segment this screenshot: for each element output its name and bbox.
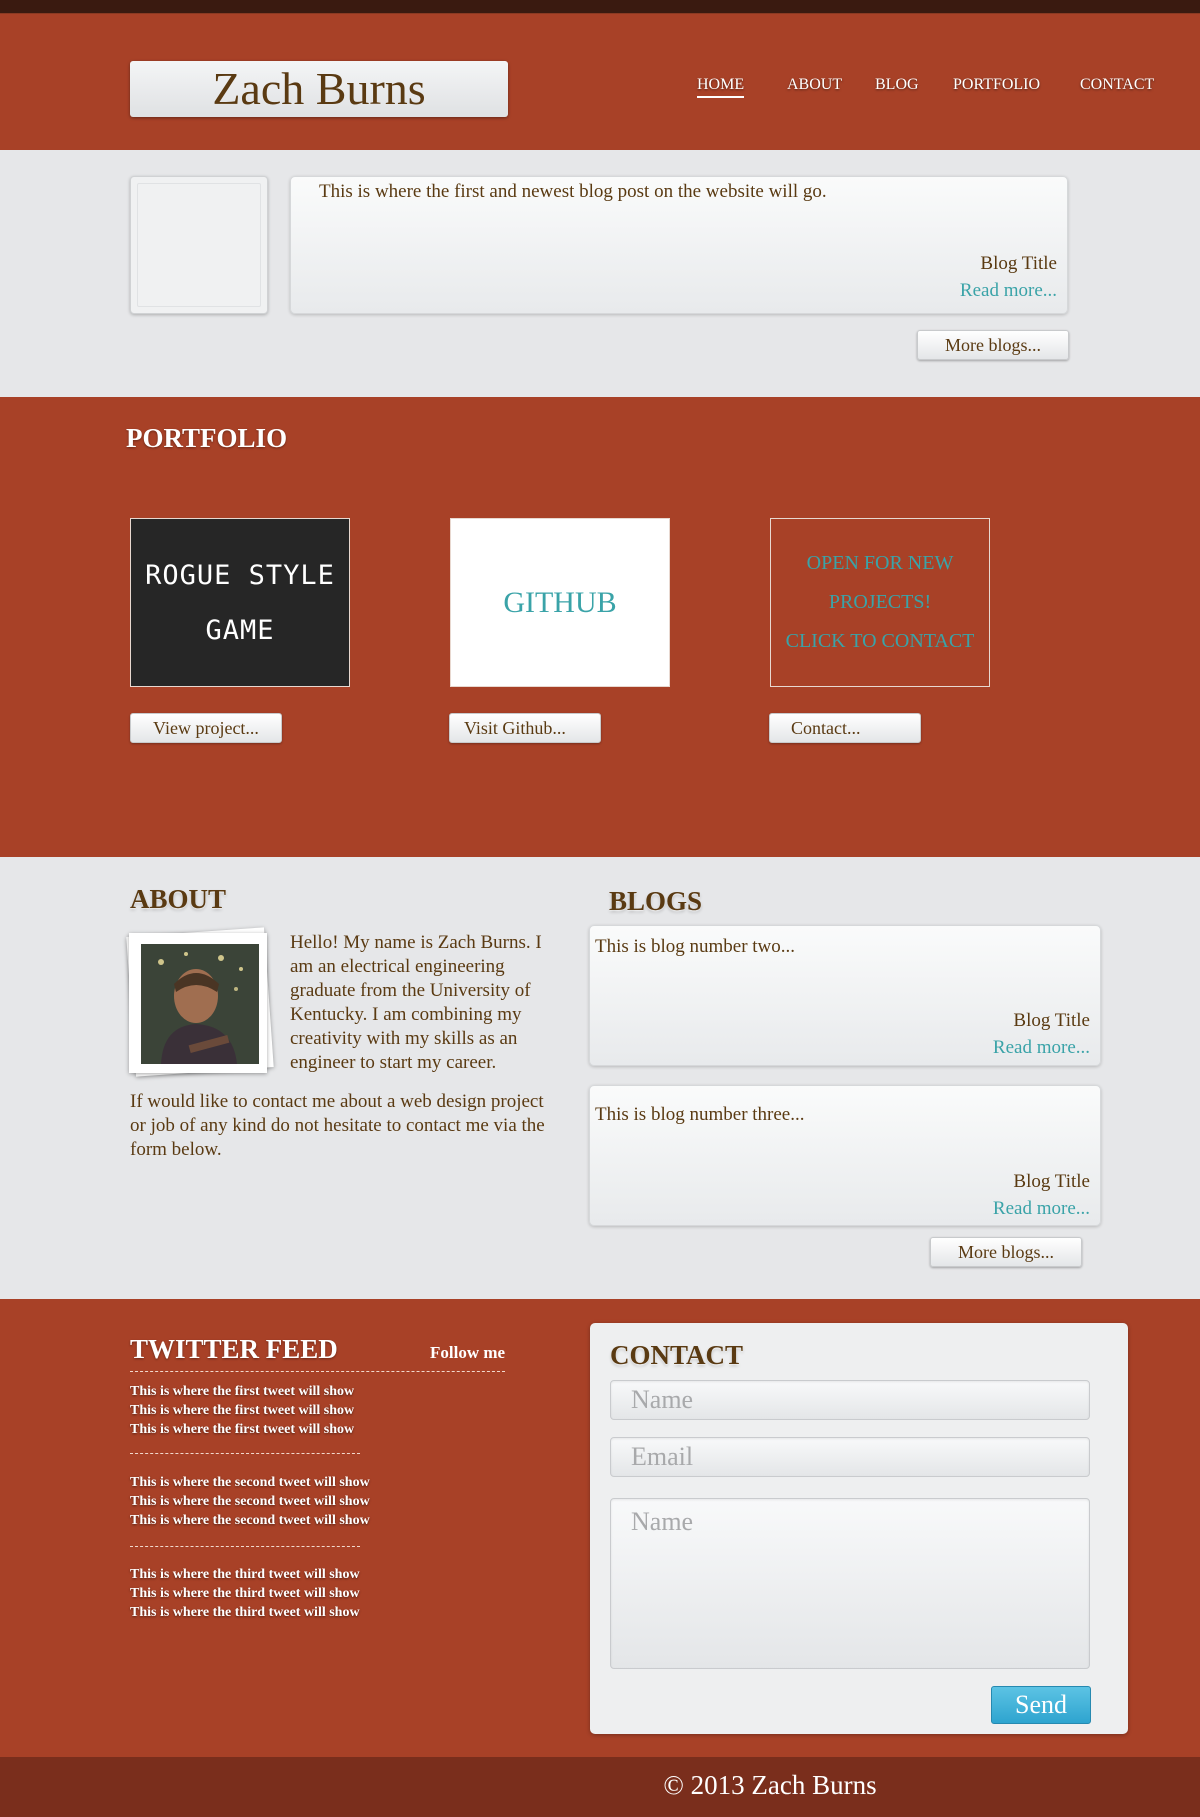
tile-line: CLICK TO CONTACT: [785, 630, 975, 652]
profile-photo: [141, 944, 259, 1064]
tweet-2-line: This is where the second tweet will show: [130, 1475, 370, 1490]
profile-photo-image: [141, 944, 259, 1064]
tweet-separator: [130, 1453, 360, 1454]
more-blogs-button-bottom[interactable]: More blogs...: [930, 1237, 1082, 1267]
featured-blog-text: This is where the first and newest blog …: [319, 181, 827, 202]
tweet-1-line: This is where the first tweet will show: [130, 1403, 355, 1418]
portfolio-heading: PORTFOLIO: [126, 423, 288, 453]
blog-card-three: This is blog number three... Blog Title …: [589, 1085, 1101, 1226]
copyright-text: © 2013 Zach Burns: [663, 1770, 877, 1800]
tweet-2-line: This is where the second tweet will show: [130, 1513, 370, 1528]
more-blogs-button-top[interactable]: More blogs...: [917, 330, 1069, 360]
blog-two-read-more-link[interactable]: Read more...: [993, 1037, 1090, 1059]
blog-two-text: This is blog number two...: [595, 936, 796, 957]
tweet-3-line: This is where the third tweet will show: [130, 1586, 360, 1601]
featured-blog-card: This is where the first and newest blog …: [290, 176, 1068, 314]
about-heading: ABOUT: [130, 884, 227, 914]
site-logo[interactable]: Zach Burns: [130, 61, 508, 117]
blog-three-read-more-link[interactable]: Read more...: [993, 1198, 1090, 1220]
email-input[interactable]: [610, 1437, 1090, 1477]
visit-github-button[interactable]: Visit Github...: [449, 713, 601, 743]
tweet-3-line: This is where the third tweet will show: [130, 1567, 360, 1582]
blog-two-title: Blog Title: [1013, 1010, 1090, 1031]
featured-thumbnail[interactable]: [130, 176, 268, 314]
contact-button[interactable]: Contact...: [769, 713, 921, 743]
view-project-button[interactable]: View project...: [130, 713, 282, 743]
portfolio-tile-github[interactable]: GITHUB: [450, 518, 670, 687]
contact-heading: CONTACT: [610, 1340, 744, 1370]
about-intro-text: Hello! My name is Zach Burns. I am an el…: [290, 932, 542, 1073]
tile-line: ROGUE STYLE: [145, 559, 335, 591]
nav-portfolio[interactable]: PORTFOLIO: [953, 76, 1040, 94]
tile-line: GITHUB: [503, 585, 617, 619]
top-border: [0, 0, 1200, 14]
tweet-separator: [130, 1546, 360, 1547]
portfolio-tile-contact[interactable]: OPEN FOR NEW PROJECTS! CLICK TO CONTACT: [770, 518, 990, 687]
nav-contact[interactable]: CONTACT: [1080, 76, 1154, 94]
tweet-2-line: This is where the second tweet will show: [130, 1494, 370, 1509]
name-input[interactable]: [610, 1380, 1090, 1420]
nav-home[interactable]: HOME: [697, 76, 745, 98]
about-blogs-section: [0, 857, 1200, 1299]
tweet-1-line: This is where the first tweet will show: [130, 1384, 355, 1399]
twitter-heading: TWITTER FEED: [130, 1334, 338, 1364]
tweet-1-line: This is where the first tweet will show: [130, 1422, 355, 1437]
featured-blog-title: Blog Title: [980, 253, 1057, 274]
twitter-divider: [130, 1371, 505, 1372]
nav-about[interactable]: ABOUT: [787, 76, 842, 94]
follow-me-link[interactable]: Follow me: [430, 1343, 505, 1363]
send-button[interactable]: Send: [991, 1686, 1091, 1724]
nav-blog[interactable]: BLOG: [875, 76, 919, 94]
tile-line: PROJECTS!: [828, 591, 932, 613]
about-contact-note: If would like to contact me about a web …: [130, 1091, 545, 1160]
tile-line: OPEN FOR NEW: [806, 552, 954, 574]
tweet-3-line: This is where the third tweet will show: [130, 1605, 360, 1620]
portfolio-tile-rogue-game[interactable]: ROGUE STYLE GAME: [130, 518, 350, 687]
blog-three-text: This is blog number three...: [595, 1104, 805, 1125]
blog-card-two: This is blog number two... Blog Title Re…: [589, 925, 1101, 1066]
tile-line: GAME: [205, 614, 275, 646]
featured-read-more-link[interactable]: Read more...: [960, 280, 1057, 302]
blog-three-title: Blog Title: [1013, 1171, 1090, 1192]
message-textarea[interactable]: [610, 1498, 1090, 1669]
blogs-heading: BLOGS: [609, 886, 703, 916]
